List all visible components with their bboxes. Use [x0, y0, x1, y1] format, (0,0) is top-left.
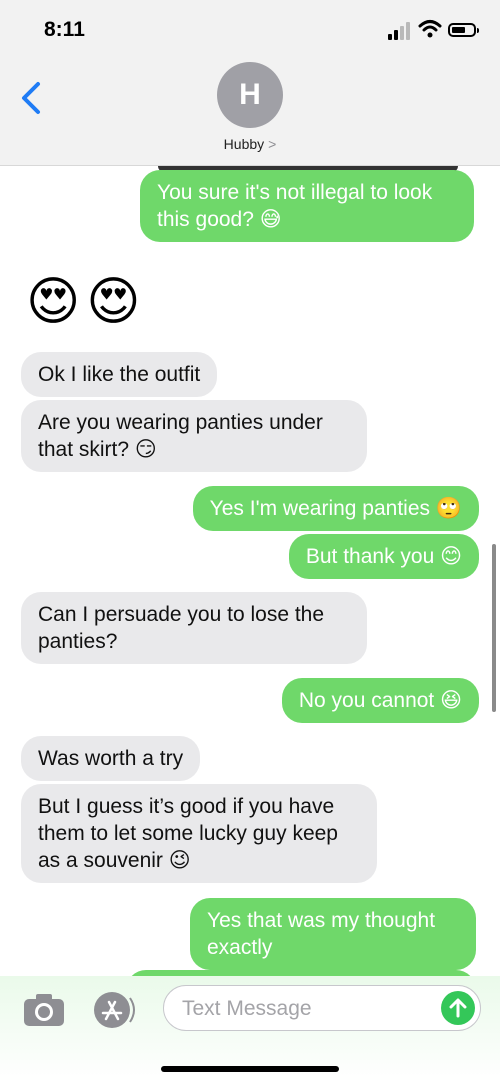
home-indicator[interactable] — [161, 1066, 339, 1072]
message-input-field[interactable] — [163, 985, 481, 1031]
compose-bar — [0, 976, 500, 1082]
message-bubble-incoming[interactable]: Ok I like the outfit — [21, 352, 218, 397]
message-bubble-incoming[interactable]: Are you wearing panties under that skirt… — [21, 400, 367, 472]
send-arrow-icon — [449, 998, 467, 1018]
cellular-signal-icon — [388, 22, 414, 40]
status-time: 8:11 — [44, 18, 85, 41]
message-bubble-incoming[interactable]: But I guess it’s good if you have them t… — [21, 784, 377, 883]
send-button[interactable] — [441, 991, 475, 1025]
wifi-icon — [418, 20, 442, 38]
message-thread[interactable]: You sure it's not illegal to look this g… — [0, 166, 500, 976]
camera-icon[interactable] — [22, 992, 66, 1028]
message-bubble-incoming[interactable]: Can I persuade you to lose the panties? — [21, 592, 367, 664]
avatar[interactable]: H — [217, 62, 283, 128]
app-store-icon[interactable] — [92, 990, 138, 1030]
status-bar: 8:11 — [0, 0, 500, 60]
chevron-left-icon[interactable] — [18, 78, 46, 118]
contact-name-button[interactable]: Hubby > — [0, 136, 500, 152]
message-bubble-incoming[interactable]: Was worth a try — [21, 736, 201, 781]
contact-name: Hubby — [223, 136, 265, 152]
battery-icon — [448, 23, 479, 37]
scroll-indicator[interactable] — [492, 544, 496, 712]
message-bubble-outgoing[interactable]: Yes that was my thought exactly — [190, 898, 476, 970]
message-bubble-outgoing[interactable]: But thank you 😊 — [288, 534, 479, 579]
message-input[interactable] — [180, 995, 424, 1023]
message-bubble-outgoing[interactable]: Yes I'm wearing panties 🙄 — [192, 486, 479, 531]
message-emoji[interactable]: 😍😍 — [26, 272, 146, 332]
message-bubble-outgoing[interactable]: You sure it's not illegal to look this g… — [140, 170, 474, 242]
chevron-right-icon: > — [268, 136, 277, 152]
message-bubble-outgoing[interactable]: No you cannot 😆 — [281, 678, 479, 723]
